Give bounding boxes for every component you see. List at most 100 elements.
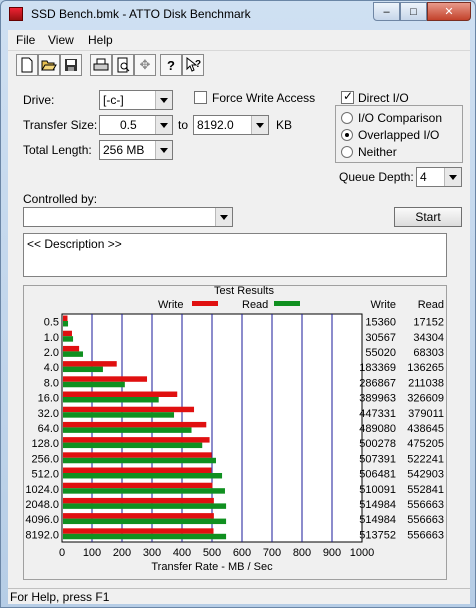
transfer-from-select[interactable]: 0.5 [99,115,173,135]
write-value: 389963 [359,393,396,405]
minimize-button[interactable]: – [373,2,400,21]
radio-overlapped-io[interactable] [341,129,353,141]
print-preview-icon[interactable] [112,54,134,76]
controlled-by-select[interactable] [23,207,233,227]
menu-help[interactable]: Help [88,33,113,47]
write-value: 514984 [359,499,396,511]
category-label: 64.0 [38,423,59,435]
write-bar [63,315,68,321]
read-value: 326609 [407,393,444,405]
move-icon[interactable]: ✥ [134,54,156,76]
write-bar [63,391,178,397]
direct-io-label[interactable]: Direct I/O [358,91,409,105]
category-label: 8.0 [44,377,59,389]
read-value: 552841 [407,484,444,496]
maximize-button[interactable]: □ [400,2,427,21]
write-value: 183369 [359,362,396,374]
category-label: 1.0 [44,332,59,344]
write-bar [63,437,210,443]
force-write-label[interactable]: Force Write Access [212,91,315,105]
neither-label[interactable]: Neither [358,145,397,159]
write-bar [63,452,212,458]
x-tick-label: 800 [293,547,311,559]
read-bar [63,457,216,464]
x-tick-label: 500 [203,547,221,559]
total-length-select[interactable]: 256 MB [99,140,173,160]
title-bar[interactable]: SSD Bench.bmk - ATTO Disk Benchmark – □ … [1,1,476,29]
menu-bar: File View Help [8,30,470,50]
x-tick-label: 700 [263,547,281,559]
write-value: 489080 [359,423,396,435]
results-chart: Test Results Write Read Write Read 0 100 200 300… [25,284,444,573]
write-bar [63,376,148,382]
drive-select[interactable]: [-c-] [99,90,173,110]
toolbar: ✥ ? ? [8,50,470,78]
menu-file[interactable]: File [16,33,35,47]
chevron-down-icon[interactable] [444,168,461,186]
transfer-to-select[interactable]: 8192.0 [193,115,269,135]
overlapped-io-label[interactable]: Overlapped I/O [358,128,439,142]
write-value: 506481 [359,469,396,481]
write-value: 447331 [359,408,396,420]
context-help-icon[interactable]: ? [182,54,204,76]
read-value: 379011 [408,408,444,420]
read-bar [63,503,227,509]
x-tick-label: 200 [113,547,131,559]
category-label: 16.0 [38,393,59,405]
start-button[interactable]: Start [394,207,462,227]
app-icon [9,7,23,21]
chevron-down-icon[interactable] [251,116,268,134]
read-value: 556663 [407,514,444,526]
write-bar [63,361,117,367]
write-value: 507391 [359,453,396,465]
help-icon[interactable]: ? [160,54,182,76]
x-tick-label: 900 [323,547,341,559]
read-bar [63,320,69,327]
app-window: SSD Bench.bmk - ATTO Disk Benchmark – □ … [0,0,476,608]
queue-depth-label: Queue Depth: [339,170,414,184]
test-results-panel: Test Results Write Read Write Read 0 100 200 300… [23,284,447,580]
radio-io-comparison[interactable] [341,112,353,124]
read-bar [63,472,223,479]
read-bar [63,366,103,373]
kb-label: KB [276,118,293,132]
status-bar: For Help, press F1 [8,588,470,604]
write-bar [63,406,195,413]
total-length-value: 256 MB [103,143,145,157]
direct-io-checkbox[interactable] [341,89,354,104]
write-bar [63,513,214,519]
read-bar [63,442,203,449]
read-value: 136265 [407,362,444,374]
read-value: 211038 [408,377,444,389]
read-value: 556663 [407,499,444,511]
svg-text:?: ? [195,59,201,70]
read-bar [63,381,125,388]
write-bar [63,421,207,428]
force-write-checkbox[interactable] [194,91,207,104]
chevron-down-icon[interactable] [155,91,172,109]
close-button[interactable]: ✕ [427,2,471,21]
transfer-to-value: 8192.0 [197,118,234,132]
chevron-down-icon[interactable] [155,141,172,159]
write-value: 510091 [359,484,396,496]
write-bar [63,497,214,504]
save-icon[interactable] [60,54,82,76]
read-value: 542903 [407,469,444,481]
read-bar [63,488,225,494]
menu-view[interactable]: View [48,33,74,47]
radio-neither[interactable] [341,146,353,158]
open-icon[interactable] [38,54,60,76]
queue-depth-select[interactable]: 4 [416,167,462,187]
total-length-label: Total Length: [23,143,92,157]
new-icon[interactable] [16,54,38,76]
chevron-down-icon[interactable] [155,116,172,134]
chevron-down-icon[interactable] [215,208,232,226]
category-label: 4096.0 [25,514,59,526]
category-label: 32.0 [38,408,59,420]
write-value: 513752 [359,529,396,541]
category-label: 8192.0 [25,529,59,541]
read-value: 17152 [413,317,444,329]
io-comparison-label[interactable]: I/O Comparison [358,111,442,125]
description-box[interactable]: << Description >> [23,233,447,277]
print-icon[interactable] [90,54,112,76]
